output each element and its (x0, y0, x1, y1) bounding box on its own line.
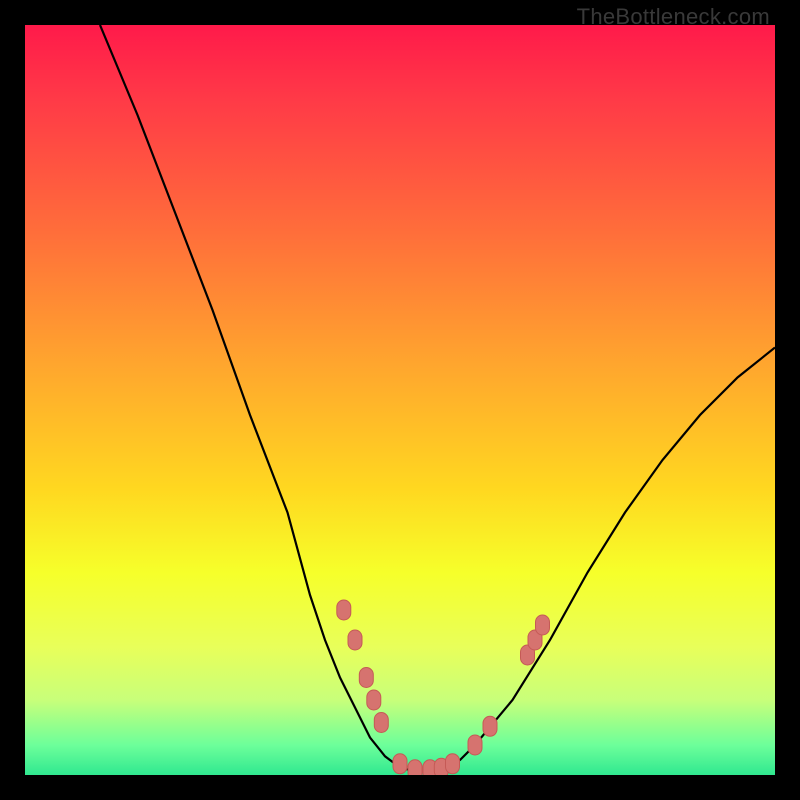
curve-marker (536, 615, 550, 635)
curve-marker (367, 690, 381, 710)
bottleneck-curve-path (100, 25, 775, 771)
chart-frame (25, 25, 775, 775)
curve-marker (446, 754, 460, 774)
curve-marker (393, 754, 407, 774)
curve-marker (337, 600, 351, 620)
watermark-text: TheBottleneck.com (577, 4, 770, 30)
bottleneck-curve-svg (25, 25, 775, 775)
curve-marker (468, 735, 482, 755)
curve-marker (348, 630, 362, 650)
curve-marker (408, 760, 422, 775)
curve-marker (374, 713, 388, 733)
curve-marker (359, 668, 373, 688)
curve-markers (337, 600, 550, 775)
curve-marker (483, 716, 497, 736)
